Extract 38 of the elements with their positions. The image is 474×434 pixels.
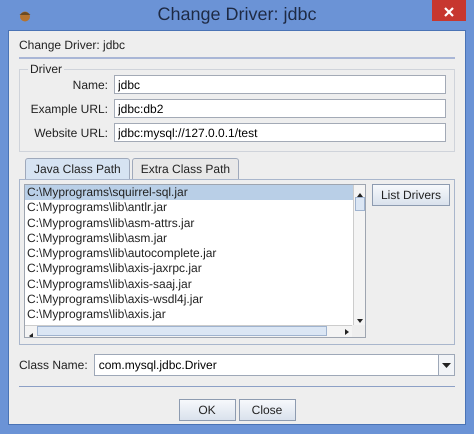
list-item[interactable]: C:\Myprograms\lib\autocomplete.jar <box>25 246 353 262</box>
window-title: Change Driver: jdbc <box>157 3 317 26</box>
class-name-field[interactable]: com.mysql.jdbc.Driver <box>94 354 438 376</box>
field-label: Website URL: <box>33 124 108 142</box>
text-field[interactable]: jdbc:mysql://127.0.0.1/test <box>114 123 446 142</box>
close-button[interactable] <box>432 0 466 21</box>
list-item[interactable]: C:\Myprograms\lib\asm.jar <box>25 230 353 246</box>
caret-icon <box>442 362 451 368</box>
text-field[interactable]: jdbc:db2 <box>114 99 446 118</box>
scroll-thumb[interactable] <box>355 197 365 211</box>
tab[interactable]: Java Class Path <box>25 158 130 179</box>
right-arrow-icon[interactable] <box>345 329 349 335</box>
field-label: Class Name: <box>19 357 88 374</box>
list-item[interactable]: C:\Myprograms\lib\antlr.jar <box>25 200 353 216</box>
scroll-thumb[interactable] <box>37 326 327 336</box>
list-item[interactable]: C:\Myprograms\squirrel-sql.jar <box>25 185 353 200</box>
up-arrow-icon[interactable] <box>357 192 363 197</box>
dropdown-button[interactable] <box>438 354 455 376</box>
list-item[interactable]: C:\Myprograms\lib\axis.jar <box>25 307 353 323</box>
down-arrow-icon[interactable] <box>357 319 363 323</box>
list-item[interactable]: C:\Myprograms\lib\asm-attrs.jar <box>25 216 353 231</box>
field-label: Example URL: <box>30 100 108 118</box>
horizontal-scrollbar[interactable] <box>25 325 353 337</box>
close-icon <box>444 6 454 17</box>
left-arrow-icon[interactable] <box>29 332 33 337</box>
group-label: Driver <box>29 63 63 75</box>
list-item[interactable]: C:\Myprograms\lib\axis-saaj.jar <box>25 276 353 292</box>
tab[interactable]: Extra Class Path <box>132 158 240 179</box>
dialog-button[interactable]: OK <box>178 399 236 421</box>
vertical-scrollbar[interactable] <box>353 185 365 327</box>
list-drivers-button[interactable]: List Drivers <box>372 184 450 206</box>
dialog-button[interactable]: Close <box>238 399 296 421</box>
dialog-heading: Change Driver: jdbc <box>19 37 126 53</box>
field-label: Name: <box>72 76 108 94</box>
text-field[interactable]: jdbc <box>114 75 446 94</box>
scrollbar-corner <box>352 325 365 337</box>
list-item[interactable]: C:\Myprograms\lib\axis-jaxrpc.jar <box>25 261 353 277</box>
list-item[interactable]: C:\Myprograms\lib\axis-wsdl4j.jar <box>25 292 353 308</box>
